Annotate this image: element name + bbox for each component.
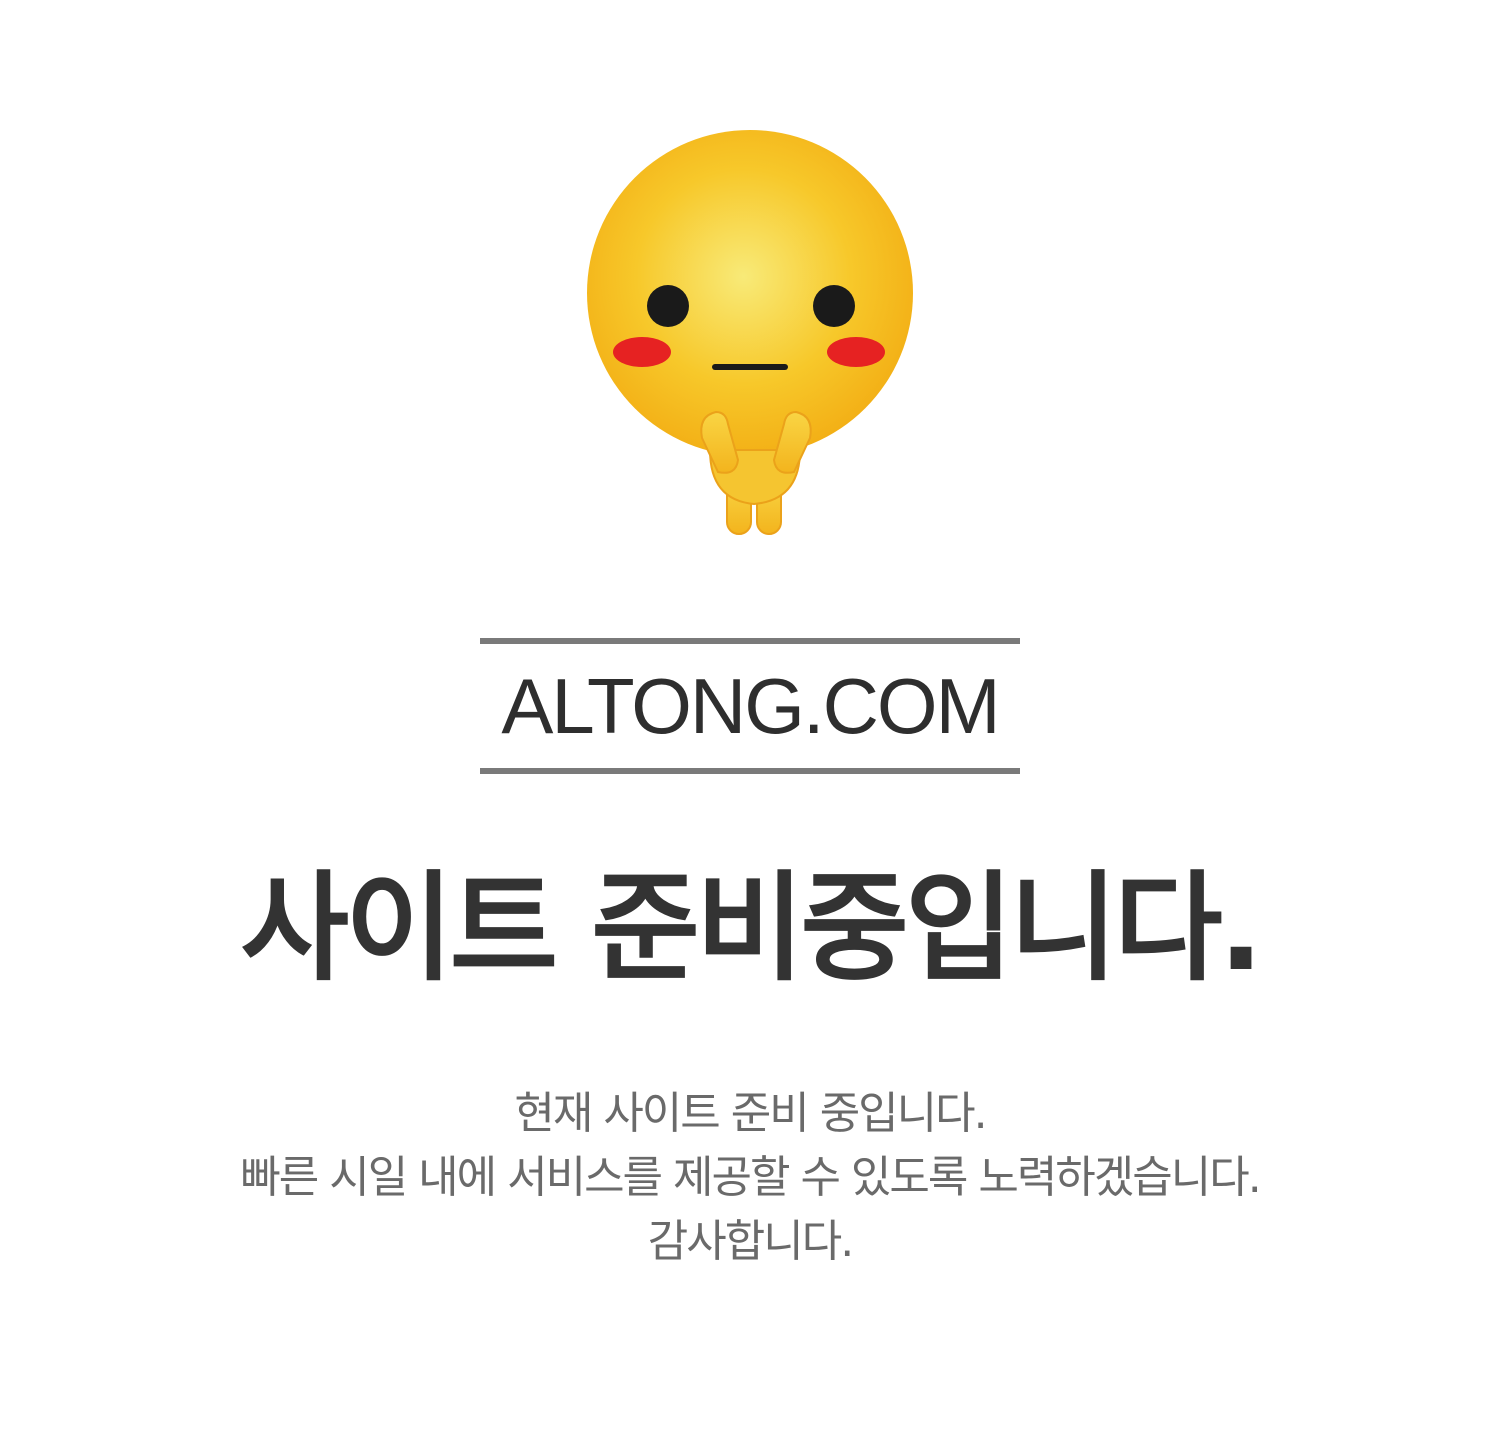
page-title: 사이트 준비중입니다. [240, 859, 1264, 997]
message-line: 감사합니다. [647, 1216, 854, 1267]
message-line: 빠른 시일 내에 서비스를 제공할 수 있도록 노력하겠습니다. [240, 1152, 1261, 1203]
brand-logo: ALTONG.COM [480, 638, 1020, 774]
smiley-mascot-icon [570, 120, 930, 540]
message-line: 현재 사이트 준비 중입니다. [514, 1088, 987, 1139]
brand-top-rule [480, 638, 1020, 644]
brand-name: ALTONG.COM [501, 662, 1000, 750]
brand-bottom-rule [480, 768, 1020, 774]
maintenance-message: 현재 사이트 준비 중입니다. 빠른 시일 내에 서비스를 제공할 수 있도록 … [0, 1082, 1500, 1274]
